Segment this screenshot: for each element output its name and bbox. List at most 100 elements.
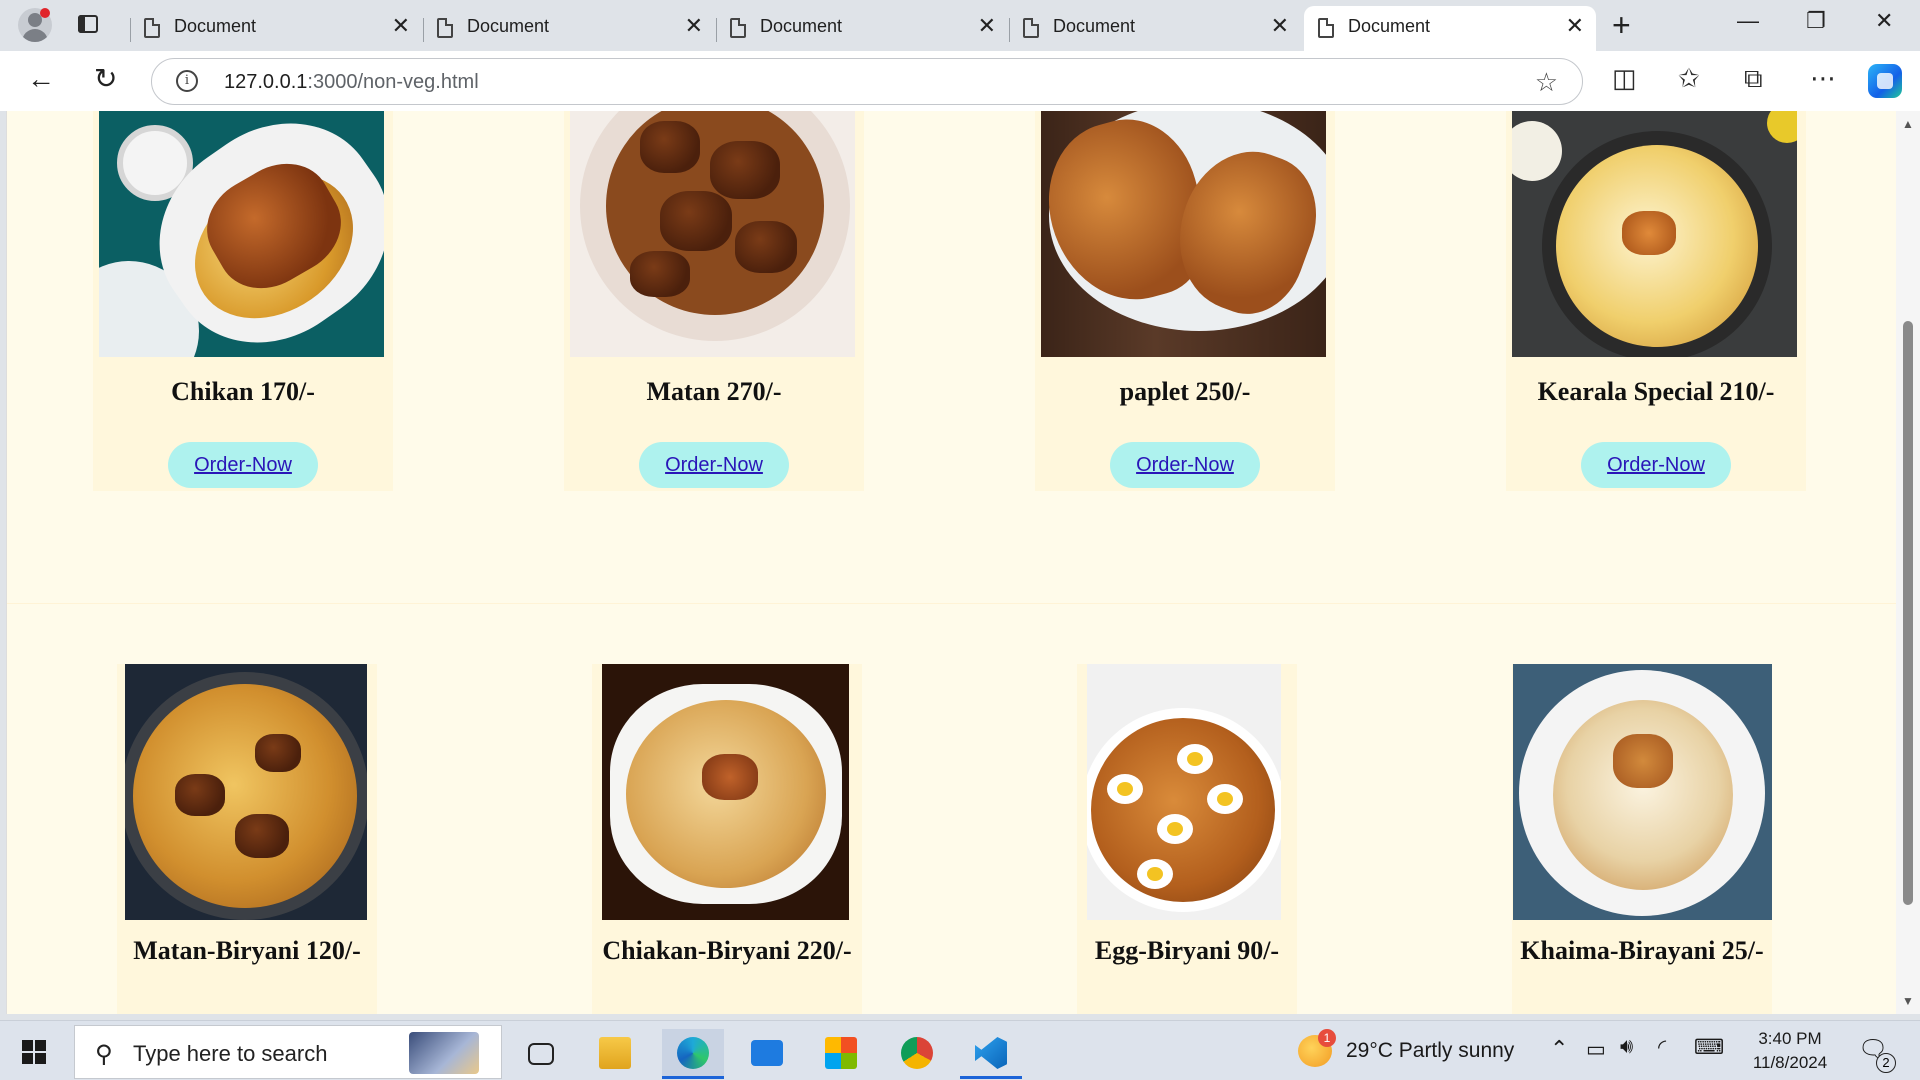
volume-icon[interactable]: 🔊︎	[1620, 1035, 1633, 1059]
tab-close-icon[interactable]: ✕	[685, 14, 703, 38]
order-now-button[interactable]: Order-Now	[639, 442, 789, 488]
menu-card: Kearala Special 210/- Order-Now	[1506, 111, 1806, 491]
egg-half	[1207, 784, 1243, 814]
close-window-button[interactable]: ✕	[1875, 8, 1893, 34]
item-label: Chiakan-Biryani 220/-	[602, 936, 852, 965]
order-now-button[interactable]: Order-Now	[1110, 442, 1260, 488]
chicken-piece	[702, 754, 758, 800]
scrollbar-thumb[interactable]	[1903, 321, 1913, 905]
vscode-glyph	[975, 1037, 1007, 1069]
file-explorer-icon[interactable]	[584, 1029, 646, 1079]
tab-actions-icon[interactable]	[76, 13, 102, 37]
minimize-button[interactable]: —	[1737, 8, 1759, 34]
tab-close-icon[interactable]: ✕	[1566, 14, 1584, 38]
collections-icon[interactable]: ⧉	[1744, 63, 1763, 93]
chicken-biryani-image	[602, 664, 849, 920]
folder-glyph	[599, 1037, 631, 1069]
chrome-icon[interactable]	[886, 1029, 948, 1079]
item-label: Matan-Biryani 120/-	[133, 936, 361, 965]
restore-button[interactable]: ❐	[1806, 8, 1826, 34]
more-icon[interactable]: ⋯	[1810, 63, 1836, 93]
tab-2[interactable]: Document ✕	[423, 6, 715, 51]
item-label: Khaima-Birayani 25/-	[1520, 936, 1764, 965]
info-icon[interactable]: i	[176, 70, 198, 92]
egg-half	[1137, 859, 1173, 889]
scroll-down-arrow[interactable]: ▼	[1902, 994, 1914, 1008]
meat-piece	[640, 121, 700, 173]
item-label: Chikan 170/-	[171, 377, 315, 406]
store-glyph	[825, 1037, 857, 1069]
tab-title: Document	[1348, 16, 1431, 36]
meat-piece	[735, 221, 797, 273]
taskbar-clock[interactable]: 3:40 PM 11/8/2024	[1740, 1027, 1840, 1075]
raita-bowl	[1512, 121, 1562, 181]
clock-date: 11/8/2024	[1752, 1053, 1828, 1072]
tab-close-icon[interactable]: ✕	[1271, 14, 1289, 38]
menu-card: Egg-Biryani 90/-	[1077, 664, 1297, 1014]
start-tile	[22, 1040, 33, 1051]
notification-count: 2	[1876, 1053, 1896, 1073]
menu-row-2: Matan-Biryani 120/- Chiakan-Biryani 220/…	[7, 603, 1896, 1014]
vscode-icon[interactable]	[960, 1029, 1022, 1079]
document-icon	[144, 18, 160, 38]
refresh-icon[interactable]: ↻	[94, 64, 117, 94]
mutton-image	[570, 111, 855, 357]
document-icon	[437, 18, 453, 38]
task-view-icon[interactable]	[510, 1029, 572, 1079]
egg-half	[1177, 744, 1213, 774]
rice	[133, 684, 357, 908]
meat-piece	[710, 141, 780, 199]
chicken-piece	[1613, 734, 1673, 788]
tab-4[interactable]: Document ✕	[1009, 6, 1301, 51]
favorite-star-icon[interactable]: ☆	[1535, 67, 1558, 98]
mail-icon[interactable]	[736, 1029, 798, 1079]
meat-piece	[175, 774, 225, 816]
tab-1[interactable]: Document ✕	[130, 6, 422, 51]
mail-glyph	[751, 1040, 783, 1066]
chicken-image	[99, 111, 384, 357]
profile-notification-dot	[40, 8, 50, 18]
menu-card: Khaima-Birayani 25/-	[1512, 664, 1772, 1014]
url-host: 127.0.0.1	[224, 71, 308, 93]
page-scrollbar[interactable]: ▲ ▼	[1896, 111, 1920, 1014]
tab-close-icon[interactable]: ✕	[978, 14, 996, 38]
search-highlight-image[interactable]	[409, 1032, 479, 1074]
tab-separator	[423, 18, 424, 42]
taskbar-search-box[interactable]: ⚲ Type here to search	[74, 1025, 502, 1079]
battery-icon[interactable]: ▭	[1586, 1037, 1606, 1062]
pomfret-image	[1041, 111, 1326, 357]
back-icon[interactable]: ←	[27, 64, 55, 94]
tab-separator	[130, 18, 131, 42]
browser-toolbar: ← ↻ i 127.0.0.1:3000/non-veg.html ☆ ◫ ✩ …	[0, 51, 1920, 111]
address-bar[interactable]: i 127.0.0.1:3000/non-veg.html ☆	[151, 58, 1583, 105]
weather-badge: 1	[1318, 1029, 1336, 1047]
edge-taskbar-icon[interactable]	[662, 1029, 724, 1079]
scroll-up-arrow[interactable]: ▲	[1902, 117, 1914, 131]
favorites-icon[interactable]: ✩	[1678, 63, 1700, 93]
chrome-glyph	[901, 1037, 933, 1069]
new-tab-button[interactable]: +	[1612, 9, 1631, 41]
split-screen-icon[interactable]: ◫	[1612, 63, 1637, 93]
store-icon[interactable]	[810, 1029, 872, 1079]
page-viewport: Chikan 170/- Order-Now Matan 270/- Order…	[6, 111, 1896, 1014]
order-now-button[interactable]: Order-Now	[168, 442, 318, 488]
order-now-button[interactable]: Order-Now	[1581, 442, 1731, 488]
tab-close-icon[interactable]: ✕	[392, 14, 410, 38]
tab-3[interactable]: Document ✕	[716, 6, 1008, 51]
tab-5-active[interactable]: Document ✕	[1304, 6, 1596, 51]
copilot-icon[interactable]	[1868, 64, 1902, 98]
keema-biryani-image	[1513, 664, 1772, 920]
weather-text[interactable]: 29°C Partly sunny	[1346, 1039, 1514, 1063]
wifi-icon[interactable]: ◜	[1658, 1035, 1666, 1060]
tab-separator	[1009, 18, 1010, 42]
meat-piece	[660, 191, 732, 251]
menu-card: Chikan 170/- Order-Now	[93, 111, 393, 491]
document-icon	[1318, 18, 1334, 38]
url-text[interactable]: 127.0.0.1:3000/non-veg.html	[224, 71, 479, 94]
start-tile	[35, 1053, 46, 1064]
url-path: :3000/non-veg.html	[307, 71, 479, 93]
windows-start-icon[interactable]	[22, 1040, 46, 1064]
mutton-biryani-image	[125, 664, 367, 920]
keyboard-icon[interactable]: ⌨	[1694, 1035, 1724, 1060]
show-hidden-icons[interactable]: ⌃	[1550, 1036, 1568, 1062]
